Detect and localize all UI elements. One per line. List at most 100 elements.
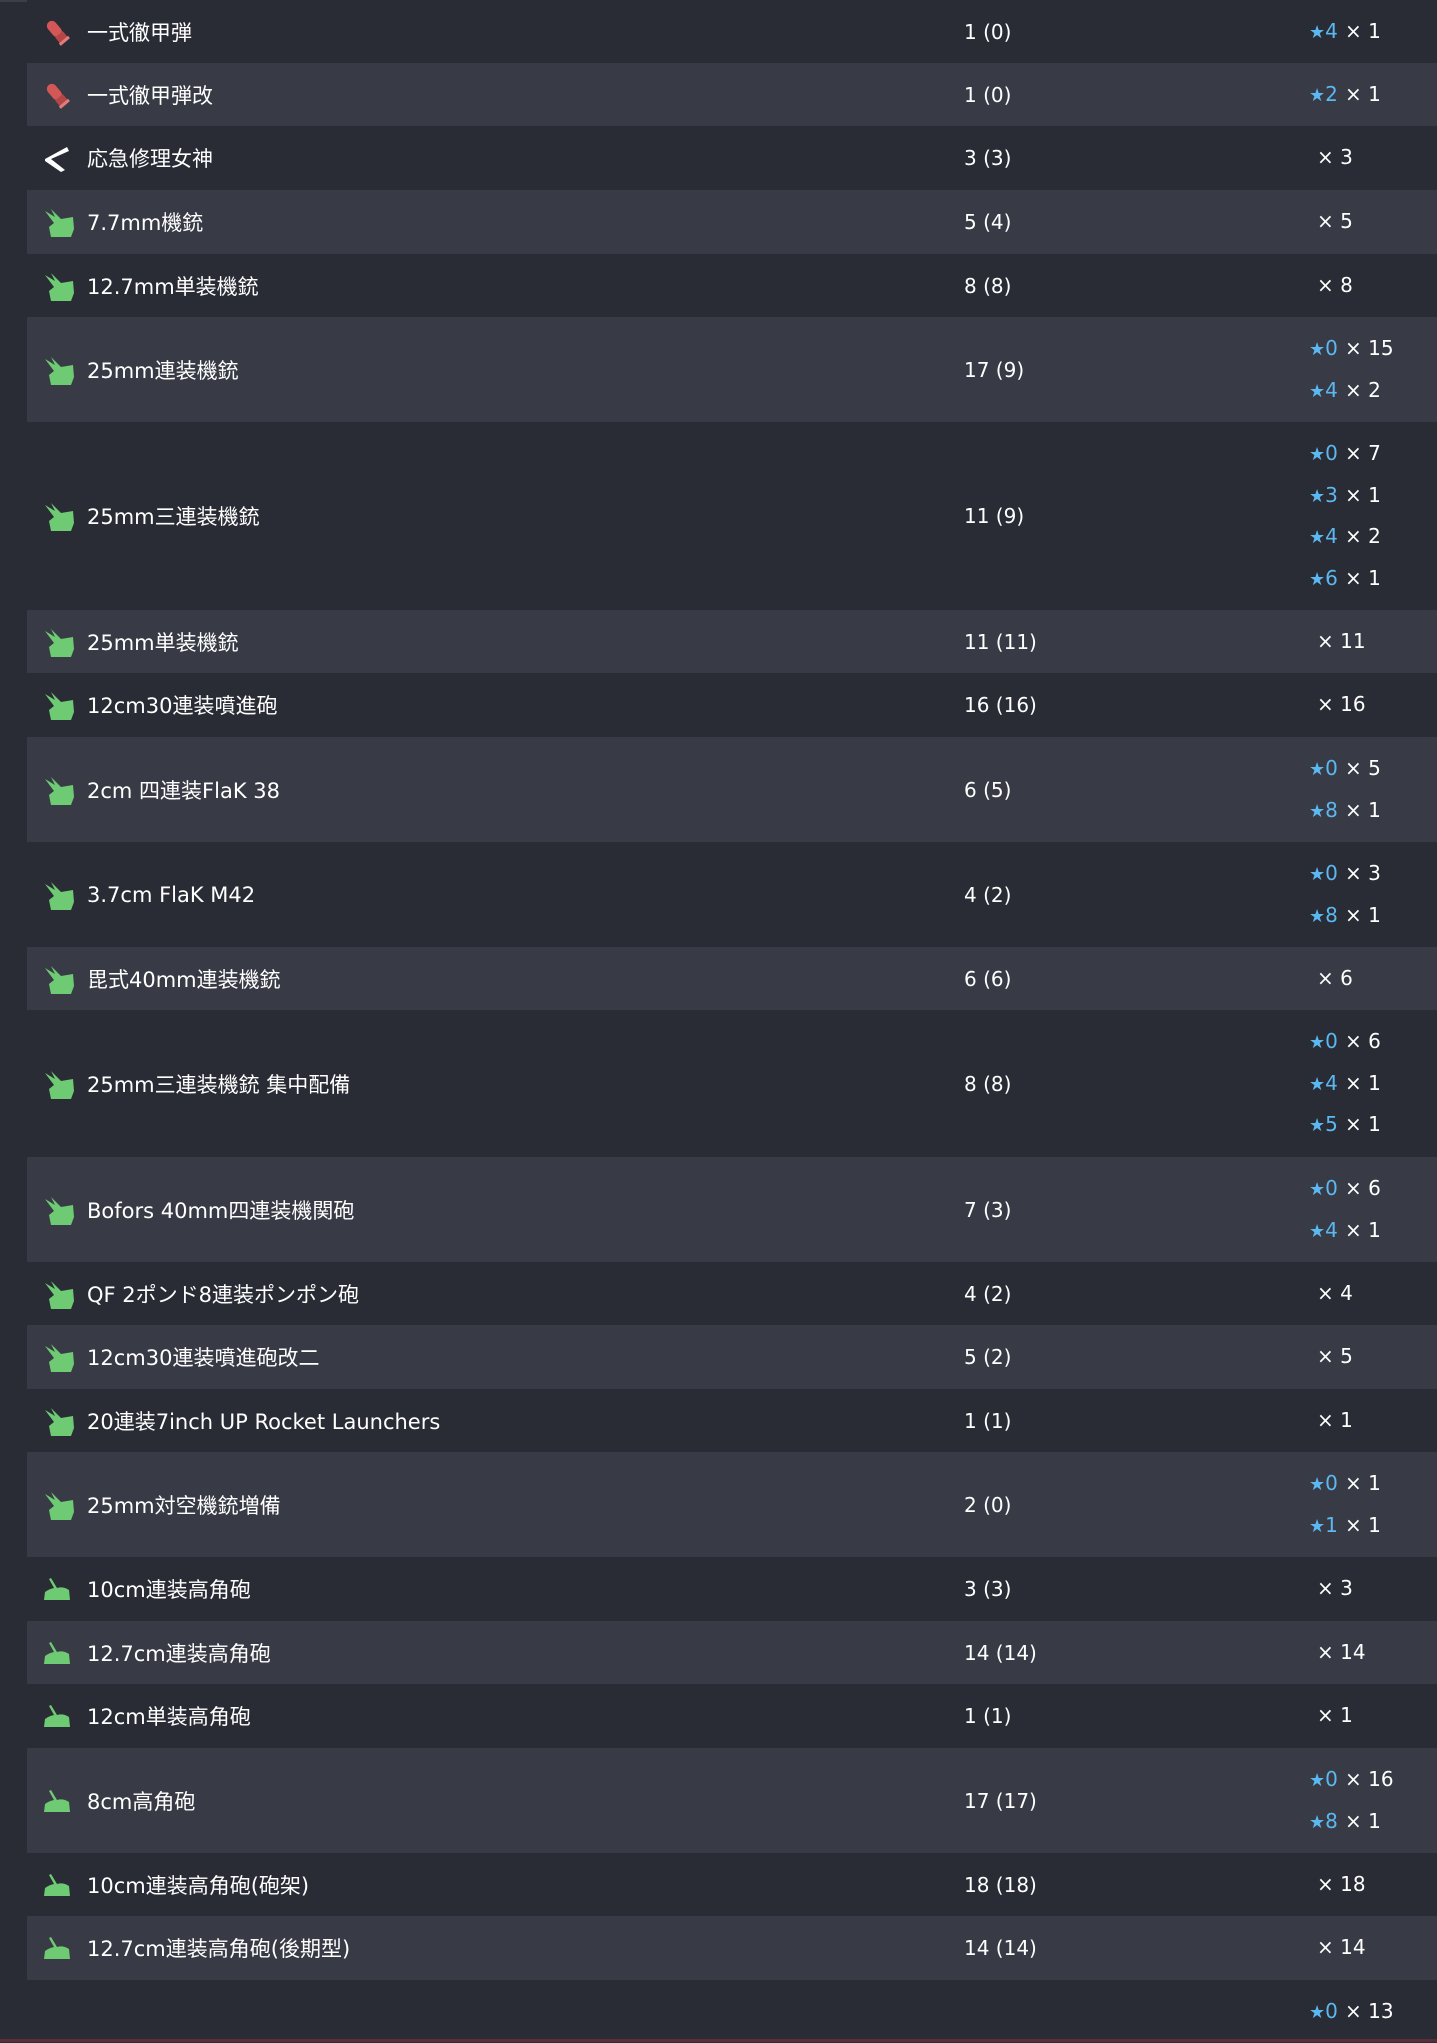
improvement-entry: ★0 × 13 (1309, 1991, 1437, 2033)
improvement-qty: × 6 (1317, 965, 1353, 990)
equipment-count: 14 (14) (964, 1936, 1037, 1960)
aa-gun-icon (41, 688, 77, 722)
repair-tool-icon (41, 142, 73, 174)
star-level: ★0 (1309, 1021, 1345, 1064)
star-icon: ★ (1309, 1770, 1326, 1791)
equipment-name: 25mm連装機銃 (87, 358, 239, 383)
equipment-count: 17 (9) (964, 357, 1025, 382)
table-row[interactable]: 7.7mm機銃 5 (4) × 5 (27, 190, 1437, 254)
table-row[interactable]: 10cm連装高角砲 3 (3) × 3 (27, 1557, 1437, 1621)
improvement-entry: ★4 × 1 (1309, 1063, 1437, 1105)
table-row[interactable]: 25mm単装機銃 11 (11) × 11 (27, 610, 1437, 673)
table-row[interactable]: 25mm三連装機銃 集中配備 8 (8) ★0 × 6 ★4 × 1 ★5 × 1 (27, 1010, 1437, 1157)
table-row[interactable]: 3.7cm FlaK M42 4 (2) ★0 × 3 ★8 × 1 (27, 842, 1437, 947)
table-row[interactable]: 応急修理女神 3 (3) × 3 (27, 126, 1437, 190)
improvement-qty: × 1 (1345, 1471, 1381, 1495)
improvement-qty: × 5 (1317, 209, 1353, 234)
equipment-count: 14 (14) (964, 1640, 1037, 1665)
icon-cell (27, 1870, 87, 1900)
star-level: ★0 (1309, 1463, 1345, 1506)
ap-shell-icon (41, 79, 73, 111)
equipment-count: 17 (17) (964, 1788, 1037, 1813)
table-row[interactable]: 20連装7inch UP Rocket Launchers 1 (1) × 1 (27, 1389, 1437, 1452)
table-row[interactable]: ★0 × 13 (27, 1980, 1437, 2043)
improvement-entry: × 6 (1309, 958, 1437, 1000)
equipment-count: 5 (2) (964, 1345, 1012, 1369)
equipment-name: 10cm連装高角砲(砲架) (87, 1873, 310, 1898)
improvement-entry: × 11 (1309, 621, 1437, 663)
table-row[interactable]: 12.7mm単装機銃 8 (8) × 8 (27, 254, 1437, 317)
star-level-value: 5 (1325, 1112, 1338, 1137)
improvement-qty: × 6 (1345, 1029, 1381, 1054)
equipment-count: 16 (16) (964, 693, 1037, 717)
improvement-list: ★0 × 7 ★3 × 1 ★4 × 2 ★6 × 1 (1309, 433, 1437, 599)
table-row[interactable]: 2cm 四連装FlaK 38 6 (5) ★0 × 5 ★8 × 1 (27, 737, 1437, 842)
equipment-count: 1 (0) (964, 82, 1012, 107)
table-row[interactable]: 25mm三連装機銃 11 (9) ★0 × 7 ★3 × 1 ★4 × 2 ★6 × 1 (27, 422, 1437, 610)
aa-gun-icon (41, 269, 77, 303)
star-level-value: 8 (1325, 797, 1338, 822)
improvement-qty: × 1 (1317, 1407, 1353, 1432)
icon-cell (27, 1067, 87, 1101)
improvement-qty: × 1 (1317, 1703, 1353, 1728)
star-level-value: 0 (1325, 441, 1338, 465)
improvement-qty: × 3 (1317, 145, 1353, 170)
ha-gun-icon (41, 1701, 73, 1731)
star-level: ★4 (1309, 1210, 1345, 1253)
icon-cell (27, 625, 87, 659)
icon-cell (27, 1277, 87, 1311)
star-level: ★4 (1309, 1063, 1345, 1106)
table-row[interactable]: 10cm連装高角砲(砲架) 18 (18) × 18 (27, 1853, 1437, 1916)
icon-cell (27, 1404, 87, 1438)
table-row[interactable]: 12.7cm連装高角砲 14 (14) × 14 (27, 1621, 1437, 1684)
star-level-value: 8 (1325, 1808, 1338, 1833)
equipment-name: 12cm単装高角砲 (87, 1705, 251, 1729)
icon-cell (27, 1786, 87, 1816)
equipment-name: 12cm30連装噴進砲 (87, 694, 278, 718)
star-level-value: 3 (1325, 482, 1338, 507)
improvement-list: × 8 (1309, 265, 1437, 307)
star-level: ★0 (1309, 1759, 1345, 1802)
table-row[interactable]: QF 2ポンド8連装ポンポン砲 4 (2) × 4 (27, 1262, 1437, 1325)
ha-gun-icon (41, 1574, 73, 1604)
table-row[interactable]: 12.7cm連装高角砲(後期型) 14 (14) × 14 (27, 1916, 1437, 1980)
improvement-qty: × 5 (1345, 756, 1381, 780)
star-level-value: 0 (1325, 1767, 1338, 1791)
table-row[interactable]: 一式徹甲弾 1 (0) ★4 × 1 (27, 0, 1437, 63)
improvement-entry: × 5 (1309, 201, 1437, 243)
table-row[interactable]: 25mm対空機銃増備 2 (0) ★0 × 1 ★1 × 1 (27, 1452, 1437, 1557)
ha-gun-icon (41, 1870, 73, 1900)
table-row[interactable]: 25mm連装機銃 17 (9) ★0 × 15 ★4 × 2 (27, 317, 1437, 422)
table-row[interactable]: 12cm単装高角砲 1 (1) × 1 (27, 1684, 1437, 1748)
improvement-entry: ★6 × 1 (1309, 558, 1437, 600)
star-icon: ★ (1309, 905, 1326, 927)
table-row[interactable]: 12cm30連装噴進砲改二 5 (2) × 5 (27, 1325, 1437, 1389)
table-row[interactable]: Bofors 40mm四連装機関砲 7 (3) ★0 × 6 ★4 × 1 (27, 1157, 1437, 1262)
improvement-list: × 1 (1309, 1400, 1437, 1442)
improvement-qty: × 3 (1317, 1576, 1353, 1601)
aa-gun-icon (41, 878, 77, 912)
equipment-count: 8 (8) (964, 1071, 1012, 1096)
equipment-count: 5 (4) (964, 210, 1012, 234)
table-row[interactable]: 毘式40mm連装機銃 6 (6) × 6 (27, 947, 1437, 1010)
improvement-entry: × 8 (1309, 265, 1437, 307)
star-icon: ★ (1309, 84, 1326, 106)
equipment-name: 8cm高角砲 (87, 1789, 196, 1814)
star-icon: ★ (1309, 1032, 1326, 1054)
equipment-name: 一式徹甲弾 (87, 20, 192, 45)
improvement-entry: ★0 × 6 (1309, 1168, 1437, 1210)
star-level: ★6 (1309, 558, 1345, 601)
improvement-entry: ★8 × 1 (1309, 1801, 1437, 1843)
icon-cell (27, 16, 87, 48)
table-row[interactable]: 8cm高角砲 17 (17) ★0 × 16 ★8 × 1 (27, 1748, 1437, 1853)
improvement-qty: × 14 (1317, 1935, 1366, 1960)
icon-cell (27, 1340, 87, 1374)
improvement-entry: ★0 × 16 (1309, 1759, 1437, 1801)
star-icon: ★ (1309, 1220, 1326, 1242)
improvement-entry: × 14 (1309, 1632, 1437, 1674)
table-row[interactable]: 一式徹甲弾改 1 (0) ★2 × 1 (27, 63, 1437, 126)
equipment-count: 1 (1) (964, 1408, 1012, 1433)
table-row[interactable]: 12cm30連装噴進砲 16 (16) × 16 (27, 673, 1437, 737)
icon-cell (27, 1193, 87, 1227)
star-level: ★4 (1309, 370, 1345, 413)
